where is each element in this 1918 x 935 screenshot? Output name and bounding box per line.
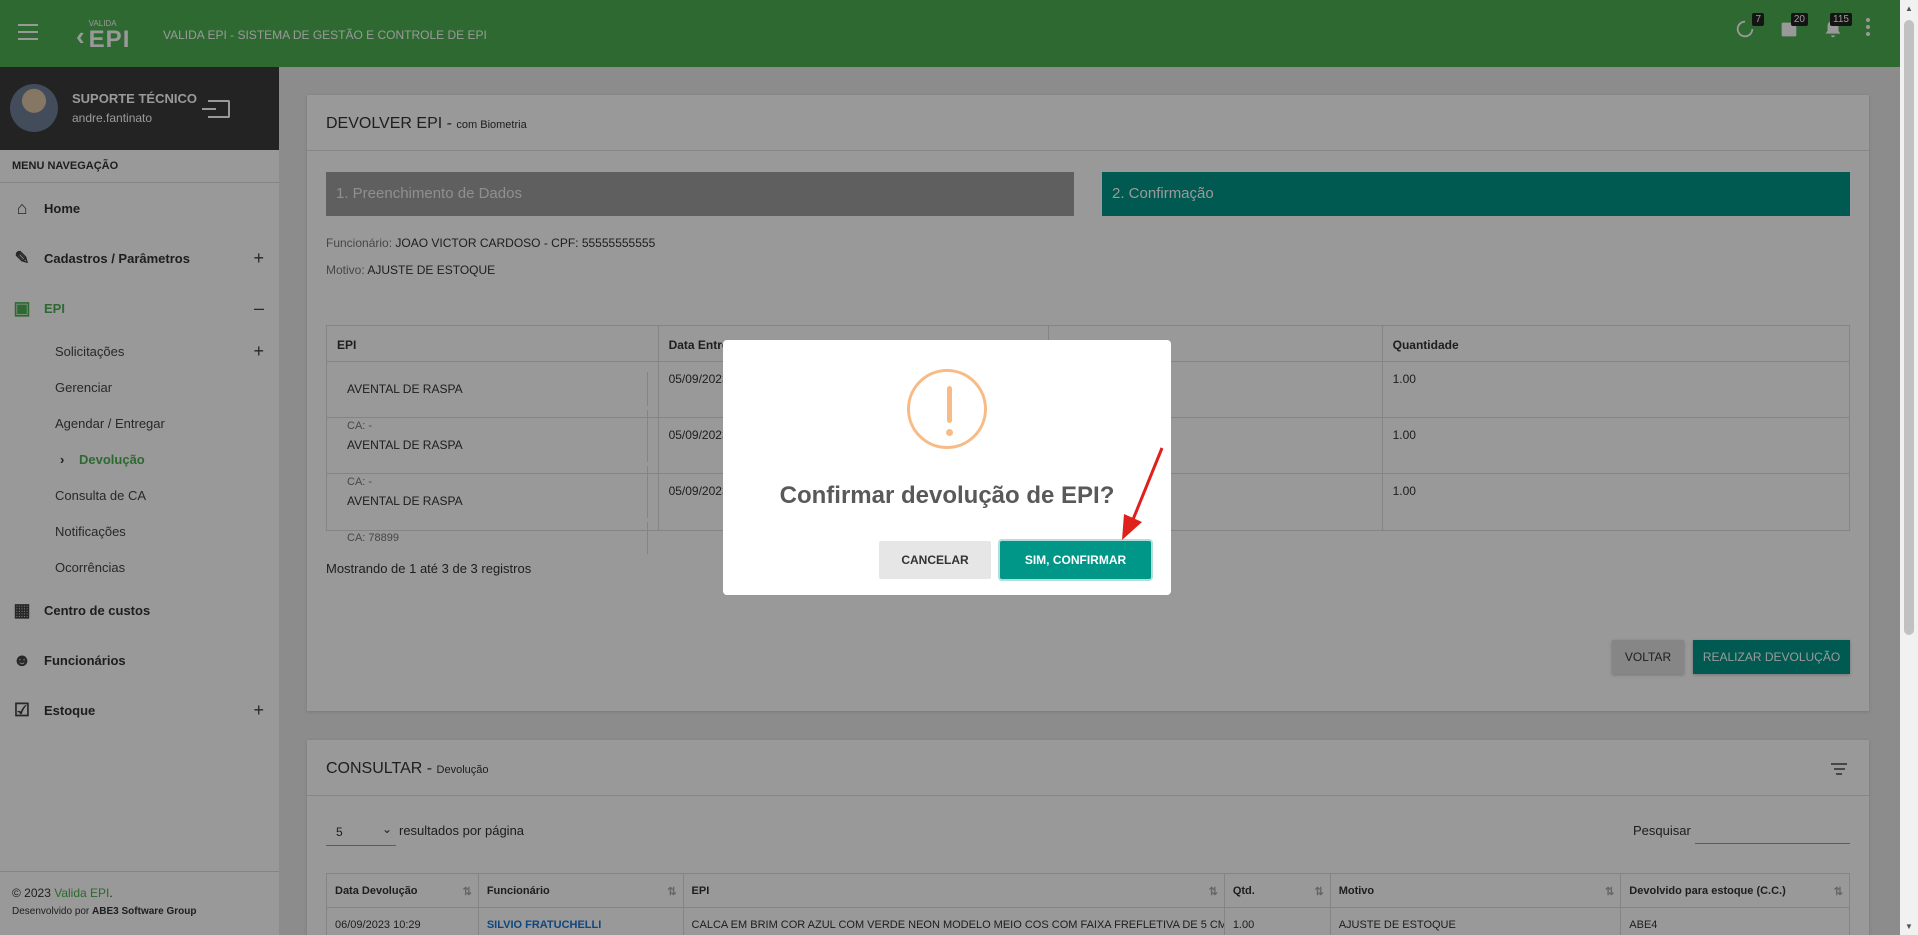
scroll-down-icon[interactable]: ▼	[1905, 922, 1913, 931]
scroll-up-icon[interactable]: ▲	[1905, 4, 1913, 13]
annotation-arrow-icon	[1122, 447, 1164, 540]
scrollbar-thumb[interactable]	[1904, 20, 1914, 635]
warning-icon	[907, 369, 987, 449]
scrollbar[interactable]: ▲ ▼	[1900, 0, 1918, 935]
confirm-button[interactable]: SIM, CONFIRMAR	[1000, 541, 1151, 579]
confirm-dialog: Confirmar devolução de EPI? CANCELAR SIM…	[723, 340, 1171, 595]
dialog-title: Confirmar devolução de EPI?	[779, 482, 1115, 509]
cancel-button[interactable]: CANCELAR	[879, 541, 991, 579]
